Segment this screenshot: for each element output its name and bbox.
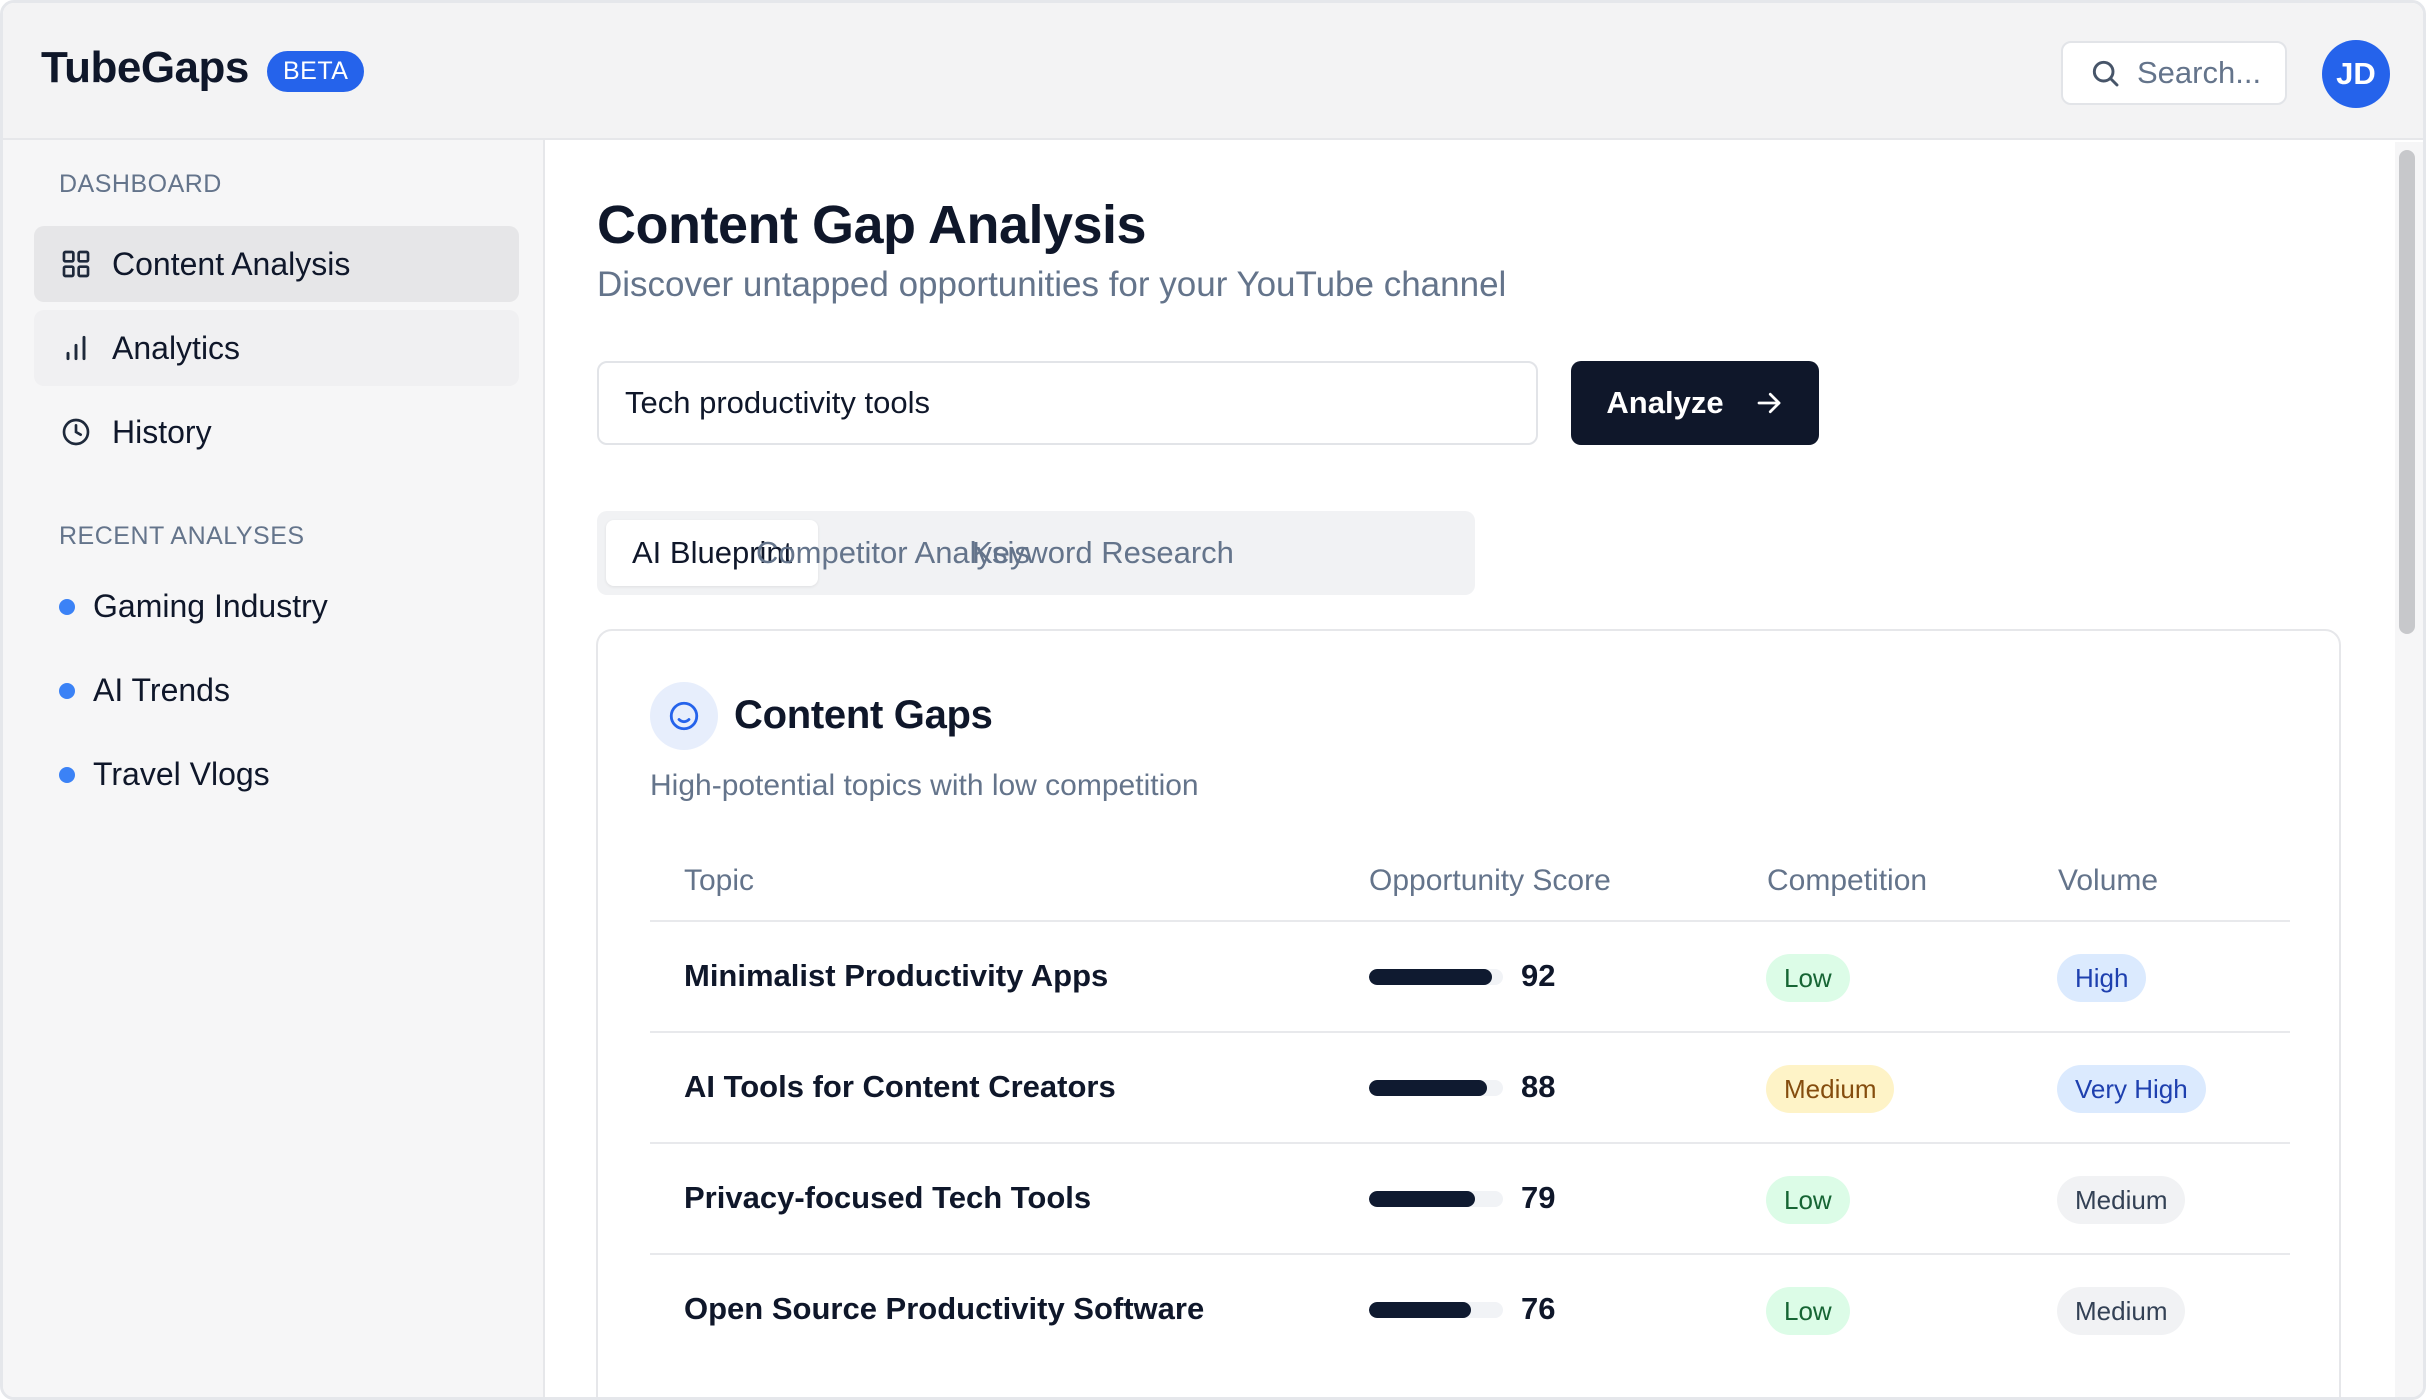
volume-badge: High [2057,954,2147,1002]
main-content: Content Gap Analysis Discover untapped o… [547,142,2395,1397]
table-row[interactable]: Privacy-focused Tech Tools 79 Low Medium [650,1142,2290,1253]
app-window: TubeGaps BETA Search... JD DASHBOARD Con… [0,0,2426,1400]
score-value: 79 [1521,1180,1556,1215]
sidebar-item-analytics[interactable]: Analytics [34,310,519,386]
top-header: TubeGaps BETA Search... JD [3,3,2423,140]
volume-badge: Medium [2057,1176,2186,1224]
card-title: Content Gaps [734,693,993,737]
content-gaps-card: Content Gaps High-potential topics with … [596,629,2341,1397]
search-placeholder: Search... [2137,55,2262,90]
column-header-volume[interactable]: Volume [2058,864,2158,898]
score-bar [1369,1302,1503,1318]
recent-item-gaming-industry[interactable]: Gaming Industry [59,588,328,625]
page-title: Content Gap Analysis [597,195,1147,255]
arrow-right-icon [1757,392,1780,414]
column-header-topic[interactable]: Topic [684,864,754,898]
search-icon [2092,60,2119,87]
smile-icon [669,701,699,731]
sidebar-item-label: Analytics [112,329,241,366]
recent-item-label: AI Trends [93,672,230,708]
sidebar-section-recent: RECENT ANALYSES [59,522,305,550]
score-fill [1369,1302,1471,1318]
analyze-label: Analyze [1606,385,1724,420]
volume-badge: Medium [2057,1287,2186,1335]
recent-item-ai-trends[interactable]: AI Trends [59,672,230,709]
bullet-dot [59,682,75,699]
competition-badge: Low [1766,1176,1850,1224]
topic-input[interactable] [597,361,1538,445]
bullet-dot [59,598,75,615]
main-scrollbar[interactable] [2395,142,2423,1397]
score-bar [1369,1080,1503,1096]
score-value: 88 [1521,1069,1556,1104]
topic-cell: Open Source Productivity Software [684,1291,1205,1326]
bullet-dot [59,766,75,783]
sidebar-item-content-analysis[interactable]: Content Analysis [34,226,519,302]
competition-badge: Low [1766,954,1850,1002]
topic-cell: AI Tools for Content Creators [684,1069,1116,1104]
sidebar-section-dashboard: DASHBOARD [59,170,222,198]
tab-keyword-research[interactable]: Keyword Research [946,520,1260,586]
score-bar [1369,969,1503,985]
volume-badge: Very High [2057,1065,2206,1113]
user-avatar[interactable]: JD [2322,40,2390,108]
analyze-button[interactable]: Analyze [1571,361,1819,445]
table-row[interactable]: Minimalist Productivity Apps 92 Low High [650,920,2290,1031]
search-box[interactable]: Search... [2061,41,2287,105]
sidebar: DASHBOARD Content Analysis Analytics His… [3,140,545,1397]
beta-badge: BETA [267,51,365,92]
score-value: 76 [1521,1291,1556,1326]
topic-cell: Privacy-focused Tech Tools [684,1180,1092,1215]
sidebar-item-history[interactable]: History [34,394,519,470]
page-subtitle: Discover untapped opportunities for your… [597,265,1507,304]
app-logo[interactable]: TubeGaps [41,43,249,93]
column-header-opportunity-score[interactable]: Opportunity Score [1369,864,1611,898]
score-fill [1369,1191,1475,1207]
card-subtitle: High-potential topics with low competiti… [650,769,1199,802]
card-icon-wrapper [650,682,718,750]
score-fill [1369,1080,1487,1096]
score-value: 92 [1521,958,1556,993]
recent-item-label: Gaming Industry [93,588,328,624]
topic-cell: Minimalist Productivity Apps [684,958,1109,993]
table-row[interactable]: Open Source Productivity Software 76 Low… [650,1253,2290,1364]
bar-chart-icon [66,335,86,361]
competition-badge: Medium [1766,1065,1895,1113]
table-row[interactable]: AI Tools for Content Creators 88 Medium … [650,1031,2290,1142]
recent-item-label: Travel Vlogs [93,756,270,792]
score-fill [1369,969,1493,985]
column-header-competition[interactable]: Competition [1767,864,1927,898]
scroll-thumb[interactable] [2399,150,2415,634]
tab-list: AI Blueprint Competitor Analysis Keyword… [597,511,1475,595]
grid-icon [62,250,90,278]
competition-badge: Low [1766,1287,1850,1335]
recent-item-travel-vlogs[interactable]: Travel Vlogs [59,756,270,793]
sidebar-item-label: Content Analysis [112,245,351,282]
sidebar-item-label: History [112,413,212,450]
clock-icon [62,418,90,446]
score-bar [1369,1191,1503,1207]
